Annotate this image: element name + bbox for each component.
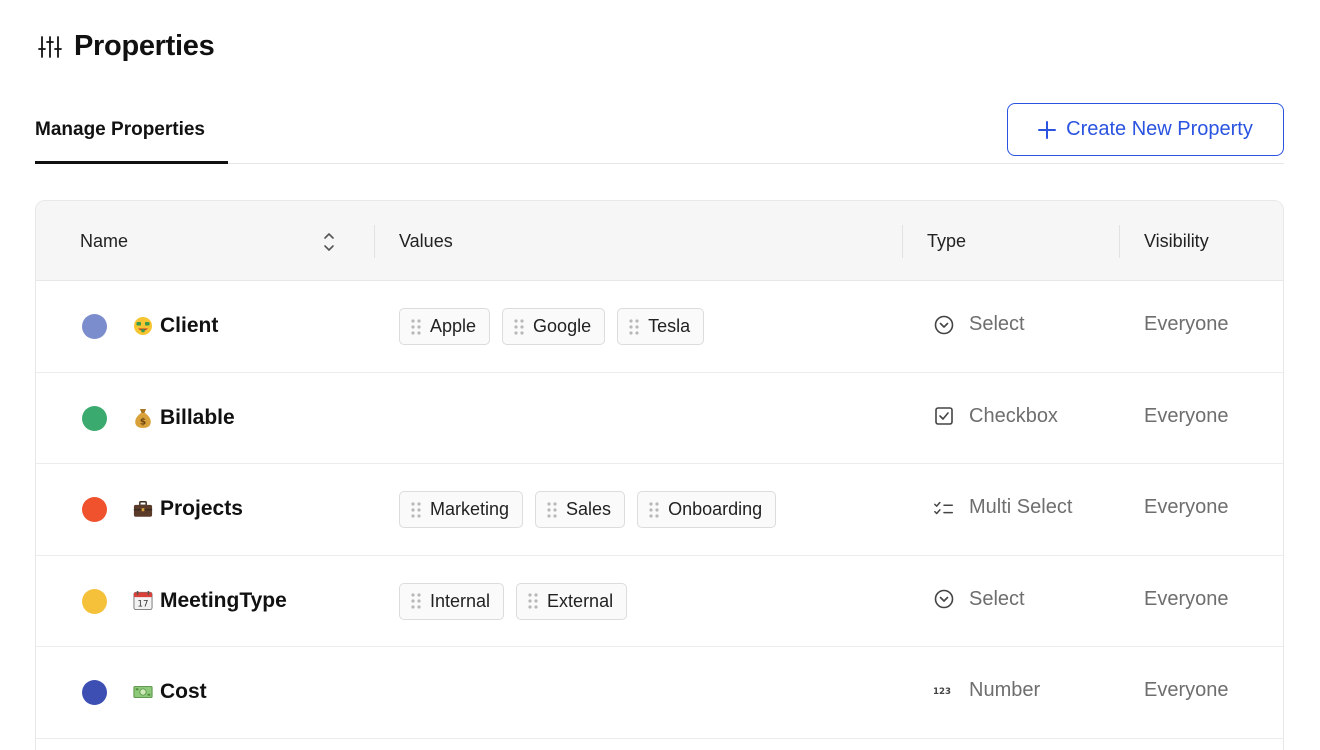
value-chips: Apple Google Tesla (399, 308, 705, 345)
value-chip[interactable]: Onboarding (637, 491, 777, 528)
property-name[interactable]: Client (160, 313, 218, 339)
value-chips: Internal External (399, 582, 628, 620)
property-name[interactable]: Cost (160, 679, 207, 705)
value-chip[interactable]: Marketing (399, 491, 524, 528)
svg-text:$: $ (140, 417, 146, 427)
color-dot[interactable] (82, 680, 107, 705)
table-body: Client Apple Google Tesla Select Everyon… (36, 281, 1283, 739)
table-row[interactable]: Client Apple Google Tesla Select Everyon… (36, 281, 1283, 373)
tab-manage-properties[interactable]: Manage Properties (35, 100, 228, 164)
plus-icon (1038, 120, 1057, 139)
property-type[interactable]: Checkbox (933, 405, 1058, 428)
type-label: Select (969, 587, 1025, 610)
visibility-value[interactable]: Everyone (1144, 405, 1229, 428)
table-row[interactable]: Projects Marketing Sales Onboarding Mult… (36, 464, 1283, 556)
value-chips: Marketing Sales Onboarding (399, 491, 777, 528)
svg-text:17: 17 (138, 600, 149, 610)
sort-icon[interactable] (322, 229, 336, 255)
create-button-label: Create New Property (1066, 118, 1253, 140)
column-divider[interactable] (374, 225, 375, 258)
value-chip[interactable]: Sales (535, 491, 626, 528)
column-header-name: Name (80, 230, 129, 251)
briefcase-emoji (133, 497, 153, 521)
value-chip[interactable]: Apple (399, 308, 491, 345)
value-chip-label: External (547, 590, 614, 611)
table-row[interactable]: $ Billable Checkbox Everyone (36, 373, 1283, 464)
table-row[interactable]: 17 MeetingType Internal External Select … (36, 556, 1283, 647)
property-type[interactable]: Select (933, 313, 1025, 336)
drag-handle-icon[interactable] (410, 318, 422, 336)
value-chip[interactable]: Tesla (617, 308, 705, 345)
type-label: Checkbox (969, 404, 1058, 427)
checkbox-icon (933, 405, 955, 427)
value-chip[interactable]: Internal (399, 582, 505, 620)
property-name[interactable]: Billable (160, 405, 235, 431)
value-chip-label: Apple (430, 316, 477, 336)
properties-table: Name Values Type Visibility Client Apple… (35, 200, 1284, 750)
column-header-values: Values (399, 230, 453, 251)
sliders-icon (36, 33, 64, 61)
svg-text:123: 123 (933, 687, 951, 697)
create-new-property-button[interactable]: Create New Property (1007, 103, 1284, 156)
drag-handle-icon[interactable] (628, 318, 640, 336)
type-label: Number (969, 679, 1041, 701)
property-name[interactable]: MeetingType (160, 588, 287, 614)
drag-handle-icon[interactable] (546, 501, 558, 519)
visibility-value[interactable]: Everyone (1144, 588, 1229, 611)
drag-handle-icon[interactable] (410, 501, 422, 519)
table-header: Name Values Type Visibility (36, 201, 1283, 281)
value-chip-label: Sales (566, 499, 612, 519)
number-icon: 123 (933, 680, 955, 702)
color-dot[interactable] (82, 405, 107, 431)
dollar-bill-emoji (133, 680, 153, 704)
select-circle-icon (933, 588, 955, 610)
color-dot[interactable] (82, 314, 107, 339)
column-header-type: Type (927, 230, 967, 251)
properties-page: Properties Manage Properties Create New … (0, 0, 1320, 750)
column-divider[interactable] (902, 225, 903, 258)
table-row[interactable]: Cost 123 Number Everyone (36, 647, 1283, 739)
multi-select-icon (933, 497, 955, 519)
select-circle-icon (933, 314, 955, 336)
color-dot[interactable] (82, 588, 107, 614)
page-title: Properties (74, 30, 215, 62)
property-type[interactable]: 123 Number (933, 679, 1040, 702)
tabs-bar: Manage Properties Create New Property (35, 100, 1284, 164)
property-type[interactable]: Multi Select (933, 496, 1072, 519)
money-bag-emoji: $ (133, 406, 153, 430)
column-header-visibility: Visibility (1144, 230, 1209, 251)
visibility-value[interactable]: Everyone (1144, 679, 1229, 702)
value-chip-label: Internal (430, 590, 491, 611)
type-label: Multi Select (969, 496, 1073, 518)
page-header: Properties (36, 30, 215, 63)
property-name[interactable]: Projects (160, 496, 243, 522)
property-type[interactable]: Select (933, 588, 1025, 611)
drag-handle-icon[interactable] (527, 592, 539, 610)
visibility-value[interactable]: Everyone (1144, 496, 1229, 519)
value-chip[interactable]: External (516, 582, 628, 620)
value-chip[interactable]: Google (502, 308, 606, 345)
value-chip-label: Marketing (430, 499, 510, 519)
type-label: Select (969, 313, 1025, 335)
color-dot[interactable] (82, 497, 107, 522)
money-mouth-emoji (133, 314, 153, 338)
calendar-emoji: 17 (133, 589, 153, 613)
value-chip-label: Google (533, 316, 592, 336)
visibility-value[interactable]: Everyone (1144, 313, 1229, 336)
column-divider[interactable] (1119, 225, 1120, 258)
drag-handle-icon[interactable] (648, 501, 660, 519)
drag-handle-icon[interactable] (513, 318, 525, 336)
value-chip-label: Tesla (648, 316, 691, 336)
value-chip-label: Onboarding (668, 499, 763, 519)
drag-handle-icon[interactable] (410, 592, 422, 610)
